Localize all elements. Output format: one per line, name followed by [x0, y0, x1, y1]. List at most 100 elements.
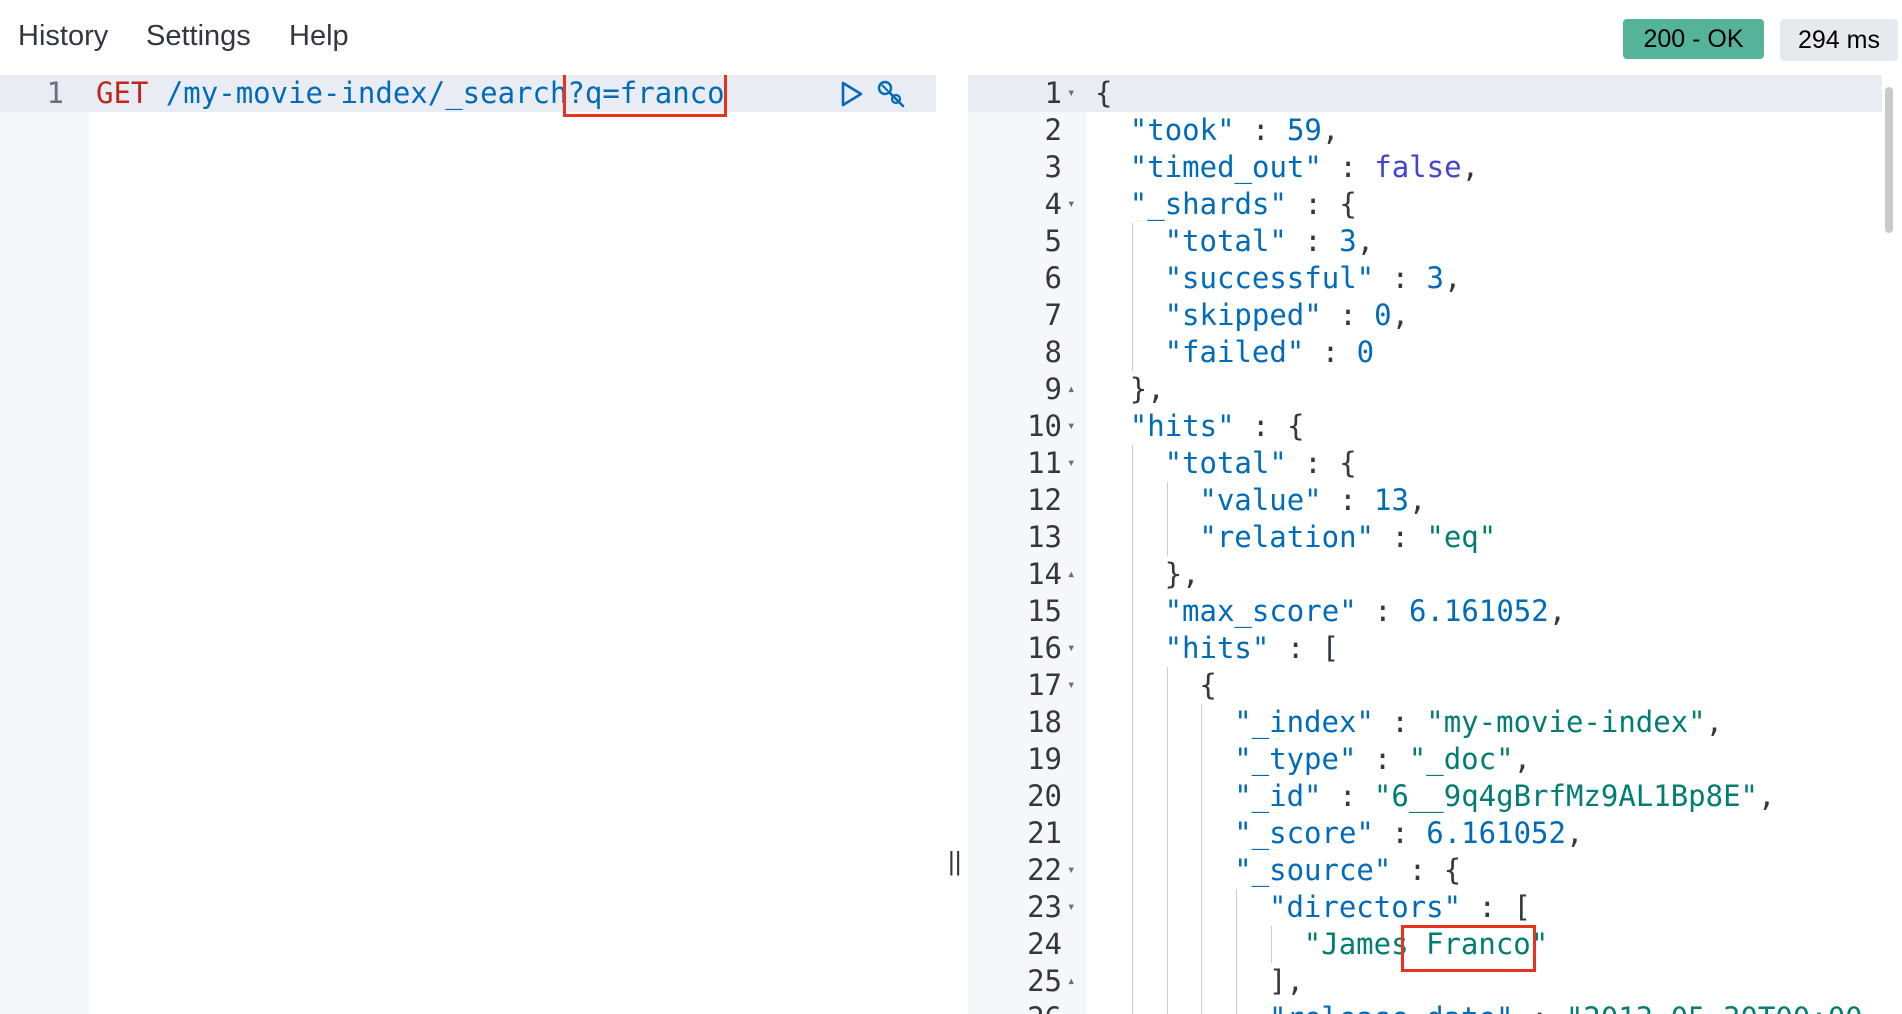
response-line-number: 16: [1027, 631, 1062, 665]
json-token: 3: [1426, 261, 1444, 295]
response-line: 20 "_id" : "6__9q4gBrfMz9AL1Bp8E",: [968, 778, 1868, 815]
response-line-number: 12: [1027, 483, 1062, 517]
response-line-number: 24: [1027, 927, 1062, 961]
indent-guide: [1131, 852, 1133, 889]
response-line: 1 ▾ {: [968, 75, 1868, 112]
json-token: ,: [1443, 261, 1462, 295]
json-token: : [: [1269, 631, 1340, 665]
json-token: "2013-05-30T00:00: [1566, 1001, 1863, 1014]
response-code: "max_score" : 6.161052,: [1165, 593, 1567, 630]
fold-collapse-icon[interactable]: ▾: [1067, 852, 1075, 889]
response-line-number: 26: [968, 1000, 1062, 1014]
response-line-number: 22: [1027, 853, 1062, 887]
request-method: GET: [96, 76, 149, 110]
response-line-number: 15: [1027, 594, 1062, 628]
indent-guide: [1236, 926, 1238, 963]
json-token: : {: [1286, 446, 1357, 480]
json-token: :: [1374, 520, 1427, 554]
response-line: 7 "skipped" : 0,: [968, 297, 1868, 334]
fold-collapse-icon[interactable]: ▾: [1067, 889, 1075, 926]
indent-guide: [1201, 852, 1203, 889]
json-token: "failed": [1164, 335, 1305, 369]
json-token: "took": [1129, 113, 1235, 147]
fold-collapse-icon[interactable]: ▾: [1067, 630, 1075, 667]
json-token: ,: [1565, 816, 1584, 850]
response-code: "directors" : [: [1269, 889, 1531, 926]
response-code: "total" : {: [1165, 445, 1357, 482]
response-line: 14 ▴},: [968, 556, 1868, 593]
json-token: {: [1095, 76, 1113, 110]
indent-guide: [1131, 556, 1133, 593]
fold-collapse-icon[interactable]: ▾: [1067, 667, 1075, 704]
fold-collapse-icon[interactable]: ▾: [1067, 75, 1075, 112]
response-code: "relation" : "eq": [1199, 519, 1496, 556]
response-code: {: [1095, 75, 1112, 112]
json-token: :: [1321, 298, 1375, 332]
response-line: 22 ▾ "_source" : {: [968, 852, 1868, 889]
history-menu[interactable]: History: [18, 20, 108, 53]
json-token: false: [1374, 150, 1462, 184]
indent-guide: [1131, 445, 1133, 482]
response-viewer[interactable]: 1 ▾{2 "took" : 59, 3 "timed_out" : false, 4 ▾ "…: [968, 75, 1902, 1014]
fold-collapse-icon[interactable]: ▾: [1067, 445, 1075, 482]
json-token: ,: [1758, 779, 1776, 813]
indent-guide: [1131, 482, 1133, 519]
play-icon[interactable]: [834, 77, 868, 111]
json-token: :: [1374, 261, 1427, 295]
response-line: 26 "release_date" : "2013-05-30T00:00: [968, 1000, 1868, 1014]
indent-guide: [1131, 778, 1133, 815]
json-token: },: [1164, 557, 1200, 591]
json-token: 6.161052: [1426, 816, 1566, 850]
response-code: "_id" : "6__9q4gBrfMz9AL1Bp8E",: [1234, 778, 1775, 815]
wrench-icon[interactable]: [874, 77, 908, 111]
json-token: "_shards": [1129, 187, 1287, 221]
fold-expand-icon[interactable]: ▴: [1067, 963, 1075, 1000]
indent-guide: [1166, 704, 1168, 741]
response-line: 6 "successful" : 3,: [968, 260, 1868, 297]
json-token: "max_score": [1164, 594, 1357, 628]
query-highlight-box: [563, 75, 727, 117]
json-token: "directors": [1269, 890, 1462, 924]
json-token: ,: [1356, 224, 1375, 258]
help-menu[interactable]: Help: [289, 20, 349, 53]
response-code: },: [1130, 371, 1165, 408]
fold-collapse-icon[interactable]: ▾: [1067, 408, 1075, 445]
response-line-number: 11: [1027, 446, 1062, 480]
response-line: 5 "total" : 3,: [968, 223, 1868, 260]
request-gutter: [0, 75, 89, 1014]
indent-guide: [1166, 1000, 1168, 1014]
response-code: "timed_out" : false,: [1130, 149, 1479, 186]
response-code: "_type" : "_doc",: [1234, 741, 1531, 778]
json-token: :: [1321, 483, 1374, 517]
json-token: ,: [1321, 113, 1340, 147]
fold-expand-icon[interactable]: ▴: [1067, 556, 1075, 593]
indent-guide: [1131, 334, 1133, 371]
scrollbar-thumb[interactable]: [1885, 87, 1893, 233]
response-code: "hits" : {: [1130, 408, 1305, 445]
response-line-number: 25: [1027, 964, 1062, 998]
fold-expand-icon[interactable]: ▴: [1067, 371, 1075, 408]
json-token: :: [1373, 816, 1427, 850]
result-highlight-box: [1401, 925, 1536, 972]
column-resize-handle[interactable]: ||: [948, 846, 962, 877]
response-line: 18 "_index" : "my-movie-index",: [968, 704, 1868, 741]
json-token: {: [1199, 668, 1217, 702]
request-editor[interactable]: 1 GET /my-movie-index/_search?q=franco: [0, 75, 936, 1014]
fold-collapse-icon[interactable]: ▾: [1067, 186, 1075, 223]
pane-divider[interactable]: ||: [936, 75, 968, 1014]
json-token: "timed_out": [1129, 150, 1322, 184]
response-line-number: 3: [1044, 150, 1062, 184]
indent-guide: [1166, 889, 1168, 926]
response-line-number: 6: [1044, 261, 1062, 295]
json-token: ,: [1548, 594, 1567, 628]
response-line-number: 1: [1044, 76, 1062, 110]
indent-guide: [1166, 519, 1168, 556]
json-token: "my-movie-index": [1426, 705, 1706, 739]
response-line: 23 ▾ "directors" : [: [968, 889, 1868, 926]
json-token: :: [1513, 1001, 1565, 1014]
settings-menu[interactable]: Settings: [146, 20, 251, 53]
json-token: "total": [1164, 446, 1287, 480]
indent-guide: [1131, 223, 1133, 260]
request-path: /my-movie-index/_search?: [148, 76, 585, 110]
response-line: 12 "value" : 13,: [968, 482, 1868, 519]
